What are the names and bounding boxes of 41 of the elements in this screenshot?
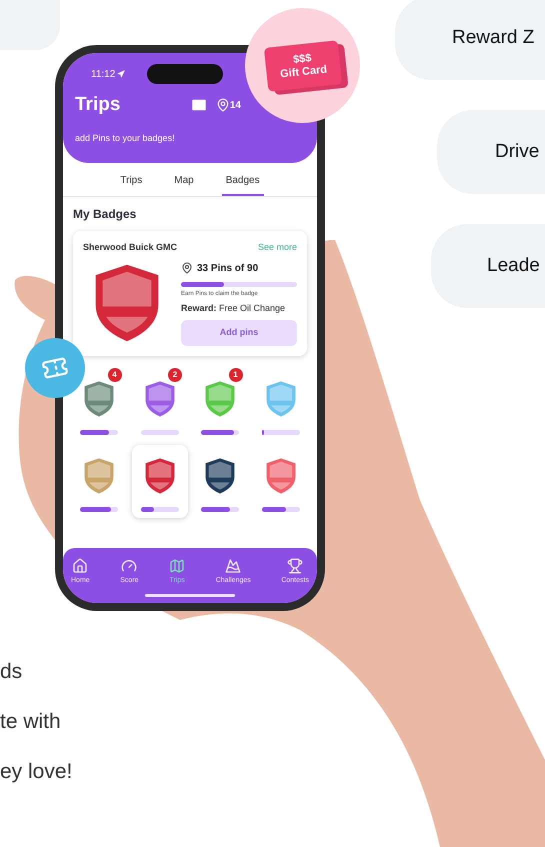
gift-card-label: Gift Card [279, 63, 328, 81]
badge-drawing [144, 456, 176, 494]
feature-pill[interactable]: Drive [437, 110, 545, 194]
section-title: My Badges [73, 206, 138, 223]
gauge-icon [121, 558, 138, 574]
badge-drawing [264, 380, 297, 418]
count-badge: 2 [168, 368, 182, 382]
badge-drawing [144, 380, 176, 418]
badge-tile[interactable]: 1 [192, 368, 248, 440]
location-arrow-icon [117, 70, 126, 78]
body-text: ey love! [0, 759, 72, 785]
badge-drawing [204, 456, 236, 494]
feature-pill[interactable]: Reward Z [395, 0, 545, 80]
pins-count: 33 Pins of 90 [197, 262, 258, 276]
tab[interactable]: Badges [222, 167, 264, 196]
count-badge: 1 [228, 368, 242, 382]
pin-icon [181, 262, 193, 274]
header-subtitle: add Pins to your badges! [75, 132, 176, 145]
badge-drawing [264, 456, 297, 494]
selected-badge-tile[interactable] [132, 444, 188, 518]
status-time: 11:12 [91, 68, 116, 82]
feature-pill[interactable]: Leade [431, 224, 545, 308]
map-icon [169, 558, 186, 574]
tab[interactable]: Trips [116, 167, 146, 196]
badge-drawing [83, 456, 116, 494]
body-text: ds [0, 659, 24, 685]
trophy-icon [287, 558, 304, 574]
dealer-name: Sherwood Buick GMC [83, 241, 178, 254]
tab[interactable]: Map [170, 167, 198, 196]
home-icon [72, 558, 88, 574]
body-text: te with [0, 709, 62, 735]
pin-count: 14 [230, 98, 241, 113]
count-badge: 4 [108, 368, 122, 382]
badge-drawing [83, 380, 116, 418]
pin-icon [216, 98, 230, 112]
gift-card-price: $$$ [292, 52, 312, 66]
reward-text: Reward: Free Oil Change [181, 302, 286, 314]
badge-drawing [204, 380, 236, 418]
screen-title: Trips [75, 93, 120, 117]
badge-tile[interactable]: 4 [71, 368, 128, 440]
badge-tile[interactable]: 2 [132, 368, 188, 440]
